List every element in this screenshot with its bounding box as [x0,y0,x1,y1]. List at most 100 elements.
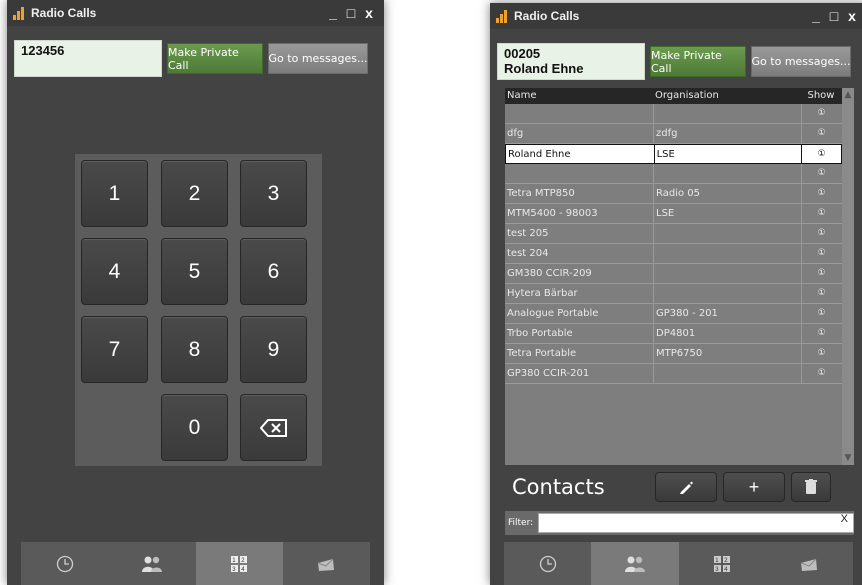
contacts-window: Radio Calls _ □ x 00205 Roland Ehne Make… [490,3,862,585]
column-header-show[interactable]: Show [801,88,841,104]
cell-organisation [653,364,801,383]
cell-name: Roland Ehne [508,149,571,160]
cell-show[interactable]: ① [801,304,841,323]
table-row[interactable]: ① [505,104,842,124]
key-2[interactable]: 2 [161,160,228,227]
tab-keypad[interactable]: 1234 [195,542,283,585]
key-3[interactable]: 3 [240,160,307,227]
cell-organisation [653,224,801,243]
column-header-name[interactable]: Name [505,88,653,104]
messages-icon [801,558,818,571]
tab-messages[interactable] [766,542,853,585]
cell-name: GM380 CCIR-209 [507,268,592,279]
signal-bars-icon [13,6,27,20]
cell-show[interactable]: ① [801,324,841,343]
dialed-number-field[interactable]: 123456 [14,40,162,77]
tab-contacts[interactable] [591,542,679,585]
cell-name: Hytera Bärbar [507,288,578,299]
scrollbar[interactable]: ▲ ▼ [842,88,854,465]
scroll-down-icon[interactable]: ▼ [842,451,854,465]
tab-keypad[interactable]: 1234 [679,542,766,585]
key-1[interactable]: 1 [81,160,148,227]
go-to-messages-button[interactable]: Go to messages... [268,43,368,74]
filter-row: Filter: X [505,511,854,535]
cell-show[interactable]: ① [801,124,841,143]
tab-messages[interactable] [283,542,370,585]
table-row[interactable]: dfg zdfg ① [505,124,842,144]
cell-show[interactable]: ① [801,164,841,183]
minimize-button[interactable]: _ [324,5,342,21]
keypad-icon: 1 23 4 [231,555,248,573]
table-row[interactable]: Roland Ehne LSE ① [505,144,842,164]
close-button[interactable]: x [843,8,861,24]
key-9[interactable]: 9 [240,316,307,383]
cell-show[interactable]: ① [801,145,841,163]
table-row[interactable]: test 204 ① [505,244,842,264]
key-5[interactable]: 5 [161,238,228,305]
cell-organisation [653,104,801,123]
cell-organisation [653,264,801,283]
clock-icon [539,555,556,572]
table-row[interactable]: GM380 CCIR-209 ① [505,264,842,284]
cell-name [505,104,653,123]
cell-show[interactable]: ① [801,364,841,383]
table-row[interactable]: ① [505,164,842,184]
cell-organisation: MTP6750 [653,344,801,363]
cell-name: MTM5400 - 98003 [507,208,598,219]
cell-show[interactable]: ① [801,224,841,243]
add-contact-button[interactable]: + [723,472,785,502]
table-row[interactable]: GP380 CCIR-201 ① [505,364,842,384]
go-to-messages-button[interactable]: Go to messages... [751,46,851,77]
titlebar[interactable]: Radio Calls _ □ x [490,3,862,29]
key-4[interactable]: 4 [81,238,148,305]
filter-label: Filter: [508,518,534,528]
cell-show[interactable]: ① [801,104,841,123]
key-8[interactable]: 8 [161,316,228,383]
delete-contact-button[interactable] [791,472,831,502]
cell-show[interactable]: ① [801,244,841,263]
clear-filter-button[interactable]: X [841,513,848,525]
contacts-list[interactable]: Name Organisation Show ① dfg zdfg ① Roland E… [505,88,854,465]
cell-organisation: LSE [653,145,802,163]
table-row[interactable]: Tetra MTP850 Radio 05 ① [505,184,842,204]
cell-name: Tetra MTP850 [507,188,575,199]
cell-name: Trbo Portable [507,328,573,339]
maximize-button[interactable]: □ [342,5,360,21]
window-title: Radio Calls [514,9,580,23]
cell-show[interactable]: ① [801,264,841,283]
cell-show[interactable]: ① [801,204,841,223]
maximize-button[interactable]: □ [825,8,843,24]
cell-name: dfg [507,128,524,139]
table-row[interactable]: Trbo Portable DP4801 ① [505,324,842,344]
table-row[interactable]: Analogue Portable GP380 - 201 ① [505,304,842,324]
key-6[interactable]: 6 [240,238,307,305]
titlebar[interactable]: Radio Calls _ □ x [7,0,384,26]
table-row[interactable]: Hytera Bärbar ① [505,284,842,304]
cell-show[interactable]: ① [801,184,841,203]
edit-contact-button[interactable] [655,472,717,502]
bottom-tab-bar: 1234 [21,542,370,585]
backspace-key[interactable] [240,394,307,461]
tab-history[interactable] [21,542,108,585]
table-row[interactable]: MTM5400 - 98003 LSE ① [505,204,842,224]
close-button[interactable]: x [360,5,378,21]
tab-history[interactable] [504,542,591,585]
tab-contacts[interactable] [108,542,195,585]
cell-show[interactable]: ① [801,284,841,303]
pencil-icon [680,481,693,494]
minimize-button[interactable]: _ [807,8,825,24]
selected-contact-field[interactable]: 00205 Roland Ehne [497,43,645,80]
cell-show[interactable]: ① [801,344,841,363]
make-private-call-button[interactable]: Make Private Call [167,43,263,74]
scroll-up-icon[interactable]: ▲ [842,88,854,102]
column-header-organisation[interactable]: Organisation [653,88,801,104]
key-7[interactable]: 7 [81,316,148,383]
filter-input[interactable] [538,513,854,533]
table-row[interactable]: Tetra Portable MTP6750 ① [505,344,842,364]
key-0[interactable]: 0 [161,394,228,461]
backspace-icon [259,418,287,437]
selected-contact-name: Roland Ehne [504,61,584,76]
list-header: Name Organisation Show [505,88,854,104]
make-private-call-button[interactable]: Make Private Call [650,46,746,77]
table-row[interactable]: test 205 ① [505,224,842,244]
